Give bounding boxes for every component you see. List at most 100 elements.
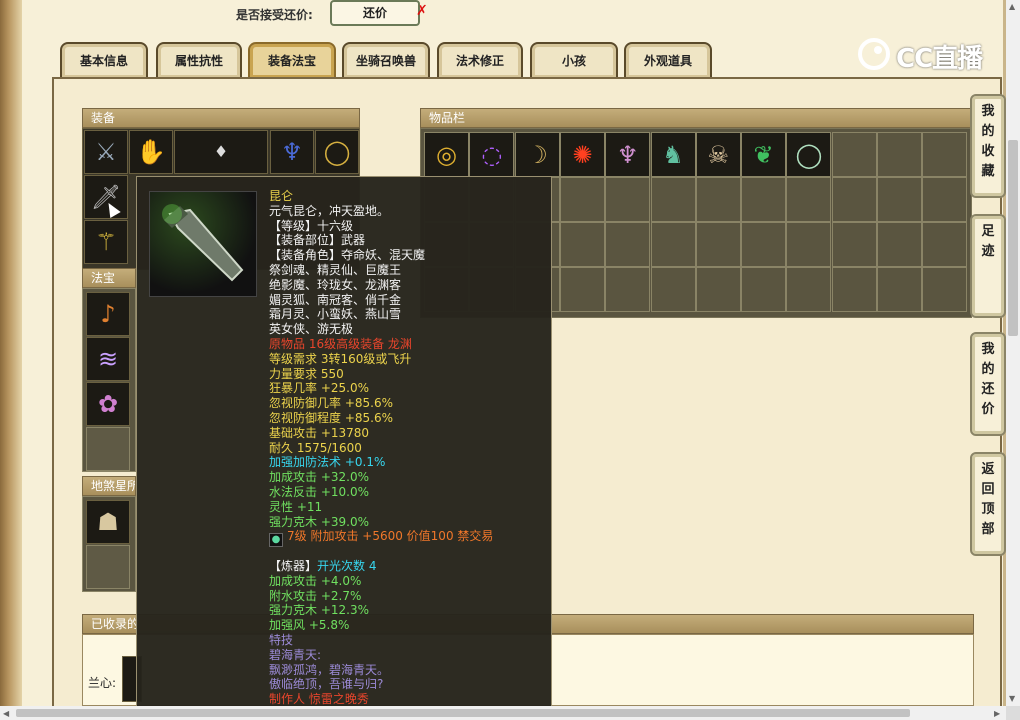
tooltip-line: 绝影魔、玲珑女、龙渊客 — [269, 277, 402, 292]
inventory-slot-empty[interactable] — [741, 222, 787, 267]
inventory-slot-empty[interactable] — [922, 177, 968, 222]
inventory-slot-empty[interactable] — [650, 267, 696, 312]
tooltip-line: 耐久 1575/1600 — [269, 440, 362, 455]
page-left-border — [0, 0, 22, 706]
inventory-slot[interactable]: ♆ — [605, 132, 651, 177]
tooltip-line: 忽视防御程度 +85.6% — [269, 410, 393, 425]
equip-slot[interactable]: ♦ — [174, 130, 268, 174]
inventory-slot-empty[interactable] — [877, 132, 922, 177]
inventory-slot-empty[interactable] — [559, 222, 605, 267]
vertical-scrollbar[interactable] — [1006, 0, 1020, 706]
tooltip-line: 制作人 惊雷之晚秀 — [269, 692, 369, 707]
counter-offer-button[interactable]: 还价 — [330, 0, 420, 26]
inventory-slot-empty[interactable] — [877, 177, 922, 222]
fabao-slot[interactable]: ≋ — [86, 337, 130, 381]
inventory-slot-empty[interactable] — [786, 267, 832, 312]
inventory-slot-empty[interactable] — [877, 222, 922, 267]
tooltip-line: 忽视防御几率 +85.6% — [269, 396, 393, 411]
inventory-slot-empty[interactable] — [741, 177, 787, 222]
tab-child[interactable]: 小孩 — [530, 42, 618, 78]
inventory-slot-empty[interactable] — [741, 267, 787, 312]
tab-basic-info[interactable]: 基本信息 — [60, 42, 148, 78]
inventory-slot-empty[interactable] — [831, 267, 877, 312]
inventory-slot[interactable]: ◯ — [786, 132, 832, 177]
inventory-slot-empty[interactable] — [786, 177, 832, 222]
inventory-slot[interactable]: ☽ — [514, 132, 560, 177]
inventory-slot-empty[interactable] — [695, 222, 741, 267]
cc-live-icon — [858, 38, 890, 70]
equip-slot[interactable]: ✋ — [129, 130, 173, 174]
inventory-slot-empty[interactable] — [650, 177, 696, 222]
tooltip-line: 加成攻击 +4.0% — [269, 573, 362, 588]
tooltip-line: 加成攻击 +32.0% — [269, 470, 369, 485]
fabao-slot[interactable]: ♪ — [86, 292, 130, 336]
fabao-slot-empty[interactable] — [86, 427, 130, 471]
jellyfish-icon: ♆ — [616, 140, 639, 169]
hairpin-icon: ♦ — [213, 142, 229, 161]
inventory-slot-empty[interactable] — [831, 222, 877, 267]
tooltip-line: 祭剑魂、精灵仙、巨魔王 — [269, 262, 402, 277]
tooltip-text: 昆仑 元气昆仑，冲天盈地。 【等级】十六级 【装备部位】武器 【装备角色】夺命妖、混天魔… — [269, 189, 547, 707]
sword-hilt-icon: ⚔ — [95, 138, 117, 166]
tab-spell-modifier[interactable]: 法术修正 — [437, 42, 523, 78]
scroll-left-icon[interactable]: ◀ — [3, 709, 9, 718]
inventory-slot-empty[interactable] — [559, 177, 605, 222]
back-to-top-button[interactable]: 返回顶部 — [970, 452, 1006, 556]
equip-slot[interactable]: ♆ — [270, 130, 314, 174]
my-counter-offers-button[interactable]: 我的还价 — [970, 332, 1006, 436]
equip-slot[interactable]: ⚚ — [84, 220, 128, 264]
scroll-down-icon[interactable]: ▼ — [1009, 694, 1015, 703]
inventory-slot-empty[interactable] — [559, 267, 605, 312]
inventory-slot-empty[interactable] — [605, 267, 651, 312]
item-tooltip: 昆仑 元气昆仑，冲天盈地。 【等级】十六级 【装备部位】武器 【装备角色】夺命妖、混天魔… — [136, 176, 552, 720]
inventory-slot-empty[interactable] — [922, 222, 968, 267]
inventory-slot[interactable]: ◎ — [424, 132, 469, 177]
inventory-slot-empty[interactable] — [605, 177, 651, 222]
inventory-slot-empty[interactable] — [831, 132, 877, 177]
equip-slot[interactable]: ⚔ — [84, 130, 128, 174]
inventory-slot-empty[interactable] — [922, 267, 968, 312]
vertical-scroll-thumb[interactable] — [1008, 140, 1018, 336]
skull-icon: ☠ — [707, 140, 730, 169]
gold-ring-icon: ◎ — [436, 140, 457, 169]
inventory-slot[interactable]: ☠ — [695, 132, 741, 177]
inventory-slot-empty[interactable] — [922, 132, 968, 177]
inventory-slot-empty[interactable] — [695, 267, 741, 312]
tab-equipment-fabao[interactable]: 装备法宝 — [248, 42, 336, 78]
scroll-up-icon[interactable]: ▲ — [1009, 2, 1015, 11]
tooltip-line: 媚灵狐、南冠客、俏千金 — [269, 292, 402, 307]
earth-star-slot[interactable]: ☗ — [86, 500, 130, 544]
inventory-slot[interactable]: ✺ — [559, 132, 605, 177]
tooltip-line: 元气昆仑，冲天盈地。 — [269, 203, 390, 218]
my-favorites-button[interactable]: 我的收藏 — [970, 94, 1006, 198]
inventory-slot[interactable]: ♞ — [650, 132, 696, 177]
scroll-right-icon[interactable]: ▶ — [994, 709, 1000, 718]
inventory-slot-empty[interactable] — [831, 177, 877, 222]
inventory-slot[interactable]: ❦ — [741, 132, 787, 177]
green-mask-icon: ❦ — [753, 140, 774, 169]
tooltip-line: 【装备角色】夺命妖、混天魔 — [269, 248, 426, 263]
inventory-slot-empty[interactable] — [605, 222, 651, 267]
horizontal-scroll-thumb[interactable] — [16, 709, 910, 717]
lute-icon: ♪ — [100, 300, 116, 328]
tab-appearance[interactable]: 外观道具 — [624, 42, 712, 78]
tab-mount-summon[interactable]: 坐骑召唤兽 — [342, 42, 430, 78]
tooltip-line: 等级需求 3转160级或飞升 — [269, 351, 412, 366]
tooltip-line: 昆仑 — [269, 189, 294, 203]
tab-attributes[interactable]: 属性抗性 — [156, 42, 242, 78]
close-icon[interactable]: ✗ — [416, 3, 428, 19]
equip-slot[interactable]: ◯ — [315, 130, 359, 174]
earth-star-slot-empty[interactable] — [86, 545, 130, 589]
inventory-slot[interactable]: ◌ — [469, 132, 515, 177]
tooltip-line: 灵性 +11 — [269, 499, 323, 514]
inventory-slot-empty[interactable] — [695, 177, 741, 222]
footprints-button[interactable]: 足迹 — [970, 214, 1006, 318]
inventory-slot-empty[interactable] — [786, 222, 832, 267]
gold-bracelet-icon: ◯ — [323, 138, 351, 166]
tooltip-line: 【装备部位】武器 — [269, 233, 366, 248]
inventory-slot-empty[interactable] — [650, 222, 696, 267]
equip-slot[interactable]: 🗡 — [84, 175, 128, 219]
inventory-slot-empty[interactable] — [877, 267, 922, 312]
collected-name: 兰心: — [88, 676, 117, 690]
fabao-slot[interactable]: ✿ — [86, 382, 130, 426]
